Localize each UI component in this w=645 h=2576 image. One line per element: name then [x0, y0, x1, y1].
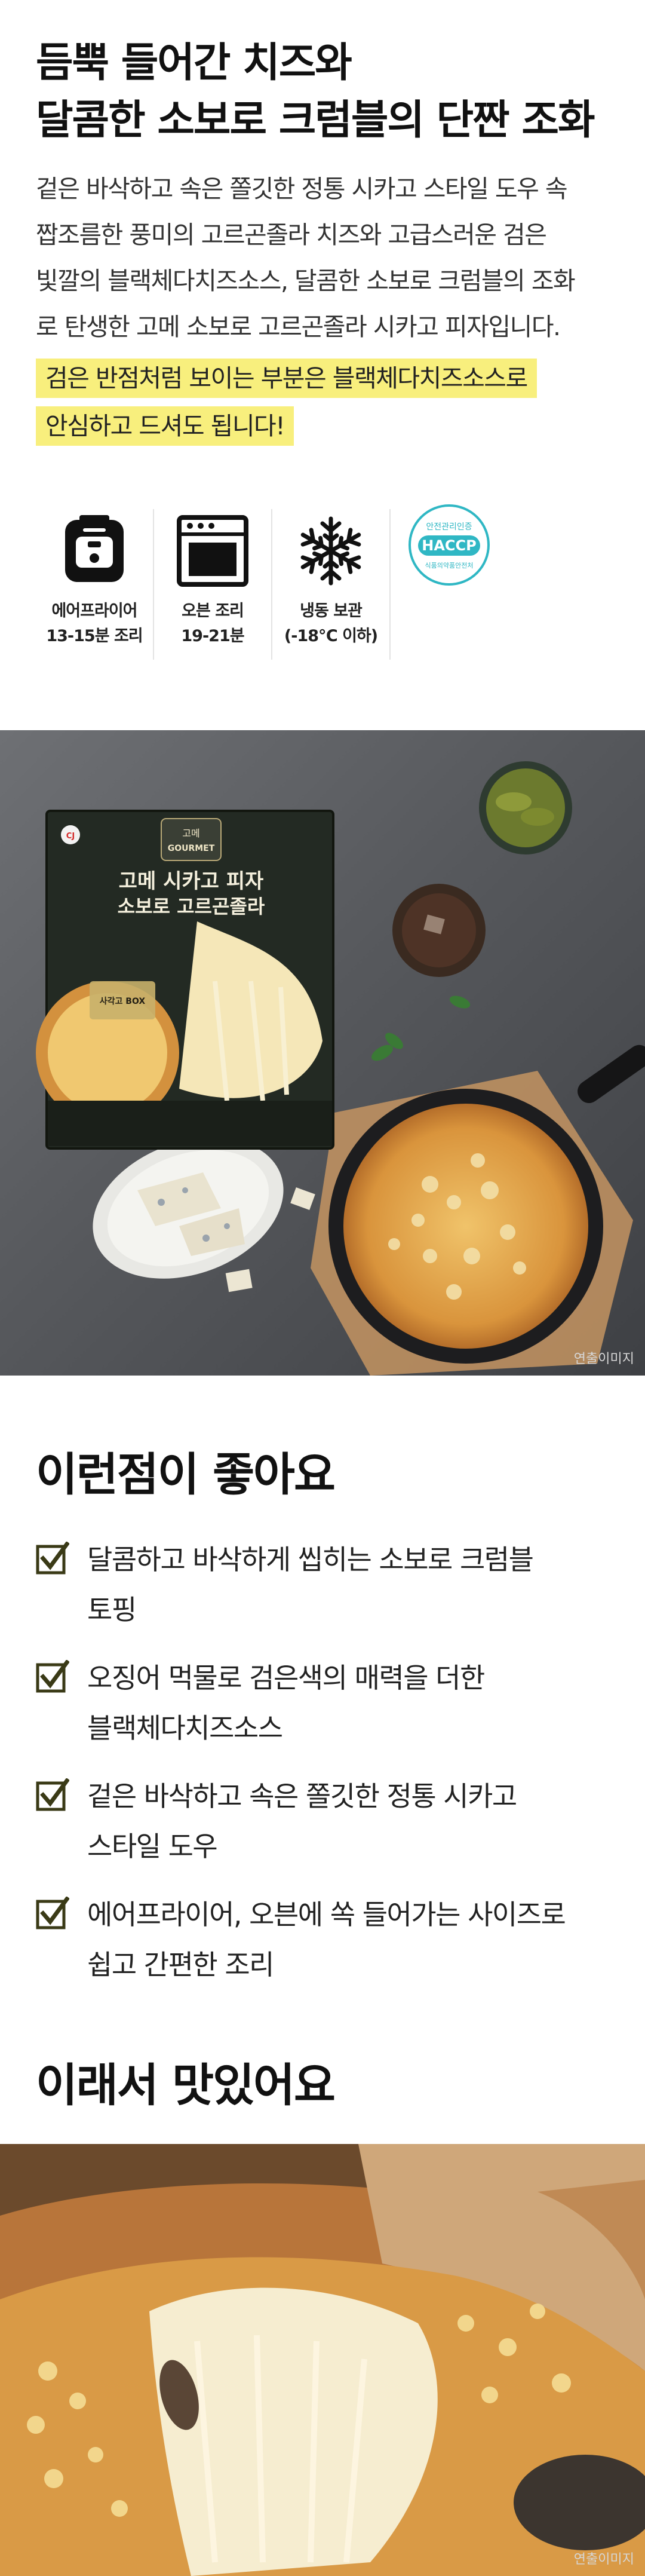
highlight-line: 검은 반점처럼 보이는 부분은 블랙체다치즈소스로 — [36, 359, 537, 398]
good-point-text: 달콤하고 바삭하게 씹히는 소보로 크럼블 토핑 — [87, 1543, 534, 1626]
svg-text:고메: 고메 — [182, 828, 199, 839]
checkbox-check-icon — [36, 1542, 69, 1575]
haccp-info: 안전관리인증 HACCP 식품의약품안전처 — [391, 504, 508, 660]
intro-section: 듬뿍 들어간 치즈와 달콤한 소보로 크럼블의 단짠 조화 겉은 바삭하고 속은… — [0, 0, 645, 730]
good-point-text: 오징어 먹물로 검은색의 매력을 더한 블랙체다치즈소스 — [87, 1662, 485, 1744]
description: 겉은 바삭하고 속은 쫄깃한 정통 시카고 스타일 도우 속 짭조름한 풍미의 … — [36, 166, 609, 350]
checkbox-check-icon — [36, 1897, 69, 1929]
frozen-label: 냉동 보관 (-18℃ 이하) — [284, 602, 378, 645]
tasty-title: 이래서 맛있어요 — [36, 2059, 336, 2112]
svg-text:고메 시카고 피자: 고메 시카고 피자 — [119, 869, 264, 893]
air-fryer-label: 에어프라이어 13-15분 조리 — [46, 602, 143, 645]
good-points-section: 이런점이 좋아요 달콤하고 바삭하게 씹히는 소보로 크럼블 토핑 오징어 먹물… — [0, 1376, 645, 2144]
haccp-badge-icon: 안전관리인증 HACCP 식품의약품안전처 — [408, 504, 490, 586]
svg-text:식품의약품안전처: 식품의약품안전처 — [425, 561, 474, 569]
oven-label: 오븐 조리 19-21분 — [181, 602, 244, 645]
checkbox-check-icon — [36, 1660, 69, 1693]
good-point-item: 겉은 바삭하고 속은 쫄깃한 정통 시카고 스타일 도우 — [36, 1771, 517, 1871]
good-point-item: 달콤하고 바삭하게 씹히는 소보로 크럼블 토핑 — [36, 1534, 534, 1635]
notice-highlight: 검은 반점처럼 보이는 부분은 블랙체다치즈소스로 안심하고 드셔도 됩니다! — [36, 359, 609, 454]
good-points-title: 이런점이 좋아요 — [36, 1448, 336, 1501]
good-point-text: 에어프라이어, 오븐에 쏙 들어가는 사이즈로 쉽고 간편한 조리 — [87, 1898, 566, 1981]
description-line: 겉은 바삭하고 속은 쫄깃한 정통 시카고 스타일 도우 속 — [36, 174, 568, 203]
highlight-line: 안심하고 드셔도 됩니다! — [36, 406, 294, 446]
svg-text:HACCP: HACCP — [422, 537, 476, 554]
description-line: 로 탄생한 고메 소보로 고르곤졸라 시카고 피자입니다. — [36, 313, 561, 341]
svg-text:소보로 고르곤졸라: 소보로 고르곤졸라 — [118, 895, 265, 918]
photo-caption: 연출이미지 — [573, 1352, 634, 1367]
air-fryer-icon — [65, 515, 124, 582]
product-photo: CJ 고메 GOURMET 고메 시카고 피자 소보로 고르곤졸라 사각고 BO… — [0, 730, 645, 1376]
product-photo-illustration: CJ 고메 GOURMET 고메 시카고 피자 소보로 고르곤졸라 사각고 BO… — [36, 761, 645, 1376]
air-fryer-info: 에어프라이어 13-15분 조리 — [36, 509, 154, 660]
good-point-text: 겉은 바삭하고 속은 쫄깃한 정통 시카고 스타일 도우 — [87, 1780, 517, 1863]
frozen-info: 냉동 보관 (-18℃ 이하) — [272, 509, 391, 660]
closeup-photo: 연출이미지 — [0, 2144, 645, 2576]
cooking-icons: 에어프라이어 13-15분 조리 오븐 조리 19-21분 냉동 보관 (-18… — [36, 504, 508, 660]
closeup-photo-illustration — [0, 2144, 645, 2576]
good-point-item: 오징어 먹물로 검은색의 매력을 더한 블랙체다치즈소스 — [36, 1653, 485, 1753]
description-line: 짭조름한 풍미의 고르곤졸라 치즈와 고급스러운 검은 — [36, 220, 547, 249]
photo-caption: 연출이미지 — [573, 2552, 634, 2567]
checkbox-check-icon — [36, 1778, 69, 1811]
oven-info: 오븐 조리 19-21분 — [154, 509, 272, 660]
description-line: 빛깔의 블랙체다치즈소스, 달콤한 소보로 크럼블의 조화 — [36, 267, 576, 295]
headline-line-2: 달콤한 소보로 크럼블의 단짠 조화 — [36, 97, 595, 144]
svg-text:안전관리인증: 안전관리인증 — [426, 522, 472, 532]
snowflake-icon — [295, 516, 367, 587]
good-point-item: 에어프라이어, 오븐에 쏙 들어가는 사이즈로 쉽고 간편한 조리 — [36, 1889, 566, 1990]
svg-text:GOURMET: GOURMET — [168, 844, 215, 853]
svg-text:사각고 BOX: 사각고 BOX — [100, 996, 146, 1006]
headline-line-1: 듬뿍 들어간 치즈와 — [36, 39, 352, 87]
oven-icon — [177, 515, 248, 587]
headline: 듬뿍 들어간 치즈와 달콤한 소보로 크럼블의 단짠 조화 — [36, 35, 609, 149]
svg-text:CJ: CJ — [66, 832, 75, 841]
